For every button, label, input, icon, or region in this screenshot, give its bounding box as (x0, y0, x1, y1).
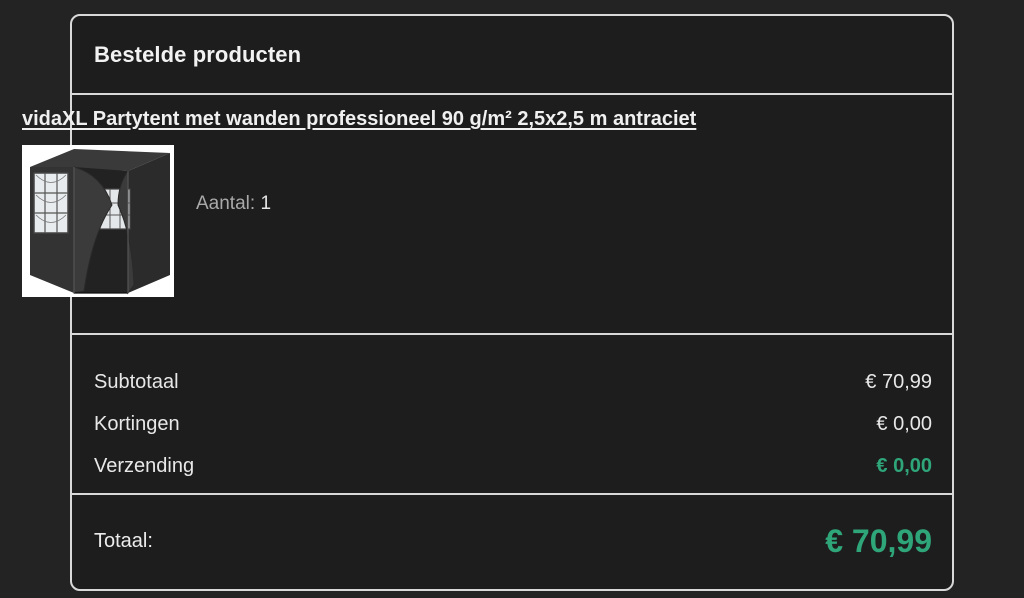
card-header: Bestelde producten (72, 16, 952, 95)
subtotal-label: Subtotaal (94, 370, 179, 393)
grand-total-label: Totaal: (94, 529, 153, 552)
shipping-label: Verzending (94, 454, 195, 477)
shipping-value: € 0,00 (876, 454, 932, 477)
shipping-row: Verzending € 0,00 (94, 445, 932, 487)
discount-value: € 0,00 (876, 412, 932, 435)
tent-product-image[interactable] (22, 145, 174, 297)
discount-row: Kortingen € 0,00 (94, 403, 932, 445)
subtotal-value: € 70,99 (865, 370, 932, 393)
product-link[interactable]: vidaXL Partytent met wanden professionee… (22, 108, 696, 130)
grand-total-value: € 70,99 (825, 522, 932, 559)
product-section (72, 95, 952, 335)
tent-icon (22, 145, 174, 297)
quantity-label: Aantal: (196, 193, 256, 214)
quantity-value: 1 (260, 193, 272, 214)
ordered-products-card: Bestelde producten Subtotaal € 70,99 Kor… (70, 14, 954, 591)
section-title: Bestelde producten (94, 41, 302, 67)
discount-label: Kortingen (94, 412, 180, 435)
subtotal-row: Subtotaal € 70,99 (94, 361, 932, 403)
grand-total-section: Totaal: € 70,99 (72, 495, 952, 587)
quantity: Aantal: 1 (196, 193, 271, 215)
totals-section: Subtotaal € 70,99 Kortingen € 0,00 Verze… (72, 335, 952, 495)
product-title: vidaXL Partytent met wanden professionee… (22, 108, 696, 131)
